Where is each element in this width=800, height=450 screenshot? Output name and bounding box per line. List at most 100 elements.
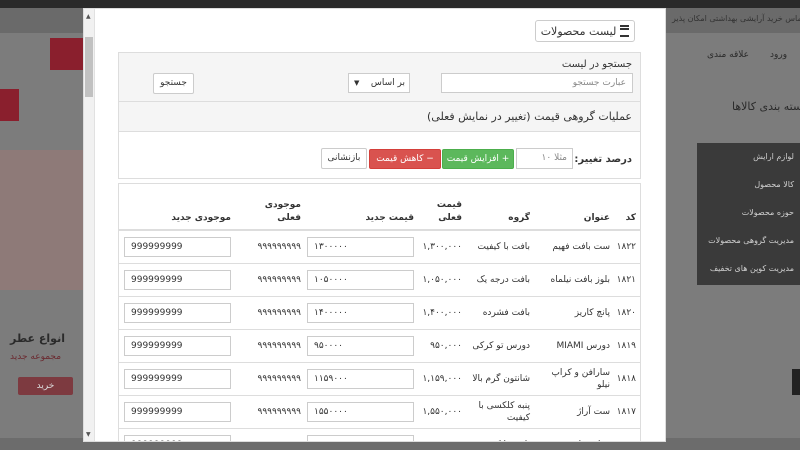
modal-scrollbar[interactable]: ▲ ▼ bbox=[84, 9, 95, 441]
cell-code: ۱۸۲۲ bbox=[614, 229, 640, 263]
cell-title: بلوز بافت نیلماه bbox=[534, 262, 614, 296]
cell-code: ۱۸۱۶ bbox=[614, 427, 640, 441]
cell-new-stock: 999999999 bbox=[119, 229, 235, 263]
reset-button[interactable]: بازنشانی bbox=[321, 148, 367, 169]
cell-current-stock: ۹۹۹۹۹۹۹۹۹ bbox=[235, 229, 305, 263]
new-price-input[interactable]: ۱۴۰۰۰۰۰ bbox=[307, 302, 414, 323]
cell-new-price: ۱۰۵۰۰۰۰ bbox=[305, 262, 418, 296]
chevron-down-icon: ▼ bbox=[354, 79, 360, 87]
table-row: ۱۸۲۱ بلوز بافت نیلماه بافت درجه یک ۱,۰۵۰,۰۰… bbox=[119, 262, 640, 296]
cell-new-price: ۱۵۵۰۰۰۰ bbox=[305, 394, 418, 428]
new-price-input[interactable]: ۱۰۵۰۰۰۰ bbox=[307, 269, 414, 290]
header-title: عنوان bbox=[534, 184, 614, 231]
cell-code: ۱۸۲۱ bbox=[614, 262, 640, 296]
cell-current-price: ۱,۰۵۰,۰۰۰ bbox=[418, 262, 466, 296]
cell-title: پانچ کاریز bbox=[534, 295, 614, 329]
scroll-up-icon[interactable]: ▲ bbox=[86, 13, 91, 20]
promo-subtitle: مجموعه جدید bbox=[10, 352, 62, 362]
search-basis-select[interactable]: بر اساس ▼ bbox=[348, 73, 410, 93]
cell-title: مدل نوبان bbox=[534, 427, 614, 441]
product-list-button[interactable]: لیست محصولات bbox=[535, 20, 635, 42]
new-price-input[interactable]: ۹۵۰۰۰۰ bbox=[307, 335, 414, 356]
decrease-price-button[interactable]: − کاهش قیمت bbox=[369, 149, 441, 169]
admin-side-menu: لوازم ارایش کالا محصول حوزه محصولات مدیر… bbox=[697, 143, 800, 285]
cell-new-stock: 999999999 bbox=[119, 295, 235, 329]
new-stock-input[interactable]: 999999999 bbox=[124, 401, 231, 422]
scroll-thumb[interactable] bbox=[85, 37, 93, 97]
menu-item[interactable]: مدیریت کوپن های تخفیف bbox=[710, 264, 794, 273]
new-stock-input[interactable]: 999999999 bbox=[124, 368, 231, 389]
table-row: ۱۸۱۹ دورس MIAMI دورس تو کرکی ۹۵۰,۰۰۰ ۹۵۰۰۰۰ ۹… bbox=[119, 328, 640, 362]
new-price-input[interactable]: ۱۱۵۹۰۰۰ bbox=[307, 368, 414, 389]
cell-code: ۱۸۱۷ bbox=[614, 394, 640, 428]
cell-new-price: ۹۵۰۰۰۰ bbox=[305, 328, 418, 362]
table-header-row: کد عنوان گروه قیمت فعلی قیمت جدید موجودی… bbox=[119, 184, 640, 231]
cell-new-price: ۱۱۵۹۰۰۰ bbox=[305, 361, 418, 395]
percent-label: درصد تغییر: bbox=[574, 154, 632, 165]
products-table: کد عنوان گروه قیمت فعلی قیمت جدید موجودی… bbox=[119, 184, 640, 441]
table-row: ۱۸۱۶مدل نوبانبافت با کیفیت۱,۵۵۰,۰۰۰ ۱۵۵۰۰… bbox=[119, 427, 640, 441]
header-current-price: قیمت فعلی bbox=[418, 184, 466, 231]
search-panel: جستجو در لیست عبارت جستجو بر اساس ▼ جستج… bbox=[118, 52, 641, 102]
cell-new-stock: 999999999 bbox=[119, 361, 235, 395]
announcement-text: تماس خرید آرایشی بهداشتی امکان پذیر bbox=[672, 14, 800, 23]
cell-group: بافت فشرده bbox=[466, 295, 534, 329]
new-stock-input[interactable]: 999999999 bbox=[124, 434, 231, 441]
promo-buy-button[interactable]: خرید bbox=[18, 377, 73, 395]
cell-title: دورس MIAMI bbox=[534, 328, 614, 362]
basis-selected-value: بر اساس bbox=[370, 78, 405, 88]
cell-group: بافت با کیفیت bbox=[466, 427, 534, 441]
cell-title: ست بافت فهیم bbox=[534, 229, 614, 263]
promo-title: انواع عطر bbox=[10, 332, 65, 345]
cell-title: ست آراژ bbox=[534, 394, 614, 428]
bulk-price-title: عملیات گروهی قیمت (تغییر در نمایش فعلی) bbox=[427, 110, 632, 123]
new-stock-input[interactable]: 999999999 bbox=[124, 269, 231, 290]
cell-group: شانتون گرم بالا bbox=[466, 361, 534, 395]
menu-item[interactable]: حوزه محصولات bbox=[742, 208, 794, 217]
header-current-stock: موجودی فعلی bbox=[235, 184, 305, 231]
search-button[interactable]: جستجو bbox=[153, 73, 194, 94]
carousel-next-button[interactable] bbox=[792, 369, 800, 395]
cell-new-stock: 999999999 bbox=[119, 427, 235, 441]
header-new-stock: موجودی جدید bbox=[119, 184, 235, 231]
table-row: ۱۸۲۲ ست بافت فهیم بافت با کیفیت ۱,۳۰۰,۰۰۰ ۱۳… bbox=[119, 229, 640, 263]
products-table-panel: کد عنوان گروه قیمت فعلی قیمت جدید موجودی… bbox=[118, 183, 641, 441]
nav-login-link[interactable]: ورود bbox=[770, 50, 787, 60]
header-code: کد bbox=[614, 184, 640, 231]
cell-current-stock: ۹۹۹۹۹۹۹۹۹ bbox=[235, 328, 305, 362]
header-group: گروه bbox=[466, 184, 534, 231]
search-input[interactable]: عبارت جستجو bbox=[441, 73, 633, 93]
categories-title: دسته بندی کالاها bbox=[732, 100, 800, 113]
percent-input[interactable]: مثلا ۱۰ bbox=[516, 148, 573, 169]
cell-group: بافت درجه یک bbox=[466, 262, 534, 296]
menu-item[interactable]: کالا محصول bbox=[754, 180, 794, 189]
new-price-input[interactable]: ۱۵۵۰۰۰۰ bbox=[307, 401, 414, 422]
bulk-price-panel: عملیات گروهی قیمت (تغییر در نمایش فعلی) … bbox=[118, 101, 641, 179]
site-search-button[interactable] bbox=[50, 38, 83, 70]
cell-current-stock: ۹۹۹۹۹۹۹۹۹ bbox=[235, 394, 305, 428]
menu-item[interactable]: مدیریت گروهی محصولات bbox=[708, 236, 794, 245]
cell-code: ۱۸۱۹ bbox=[614, 328, 640, 362]
new-stock-input[interactable]: 999999999 bbox=[124, 236, 231, 257]
table-row: ۱۸۱۷ ست آراژ پنبه کلکسی با کیفیت ۱,۵۵۰,۰۰۰ ۱… bbox=[119, 394, 640, 428]
list-icon bbox=[620, 25, 630, 37]
menu-item[interactable]: لوازم ارایش bbox=[753, 152, 794, 161]
cell-new-price: ۱۵۵۰۰۰۰ bbox=[305, 427, 418, 441]
new-stock-input[interactable]: 999999999 bbox=[124, 302, 231, 323]
categories-toggle[interactable] bbox=[0, 89, 19, 121]
cell-group: بافت با کیفیت bbox=[466, 229, 534, 263]
cell-new-stock: 999999999 bbox=[119, 262, 235, 296]
cell-current-price: ۱,۵۵۰,۰۰۰ bbox=[418, 427, 466, 441]
cell-title: سارافن و کراپ نیلو bbox=[534, 361, 614, 395]
new-price-input[interactable]: ۱۵۵۰۰۰۰ bbox=[307, 434, 414, 441]
search-title: جستجو در لیست bbox=[561, 59, 632, 70]
increase-price-button[interactable]: + افزایش قیمت bbox=[442, 149, 514, 169]
scroll-down-icon[interactable]: ▼ bbox=[86, 431, 91, 438]
cell-current-stock: ۹۹۹۹۹۹۹۹۹ bbox=[235, 295, 305, 329]
cell-code: ۱۸۱۸ bbox=[614, 361, 640, 395]
nav-wishlist-link[interactable]: علاقه مندی bbox=[707, 50, 749, 60]
cell-new-price: ۱۳۰۰۰۰۰ bbox=[305, 229, 418, 263]
new-price-input[interactable]: ۱۳۰۰۰۰۰ bbox=[307, 236, 414, 257]
cell-group: دورس تو کرکی bbox=[466, 328, 534, 362]
new-stock-input[interactable]: 999999999 bbox=[124, 335, 231, 356]
